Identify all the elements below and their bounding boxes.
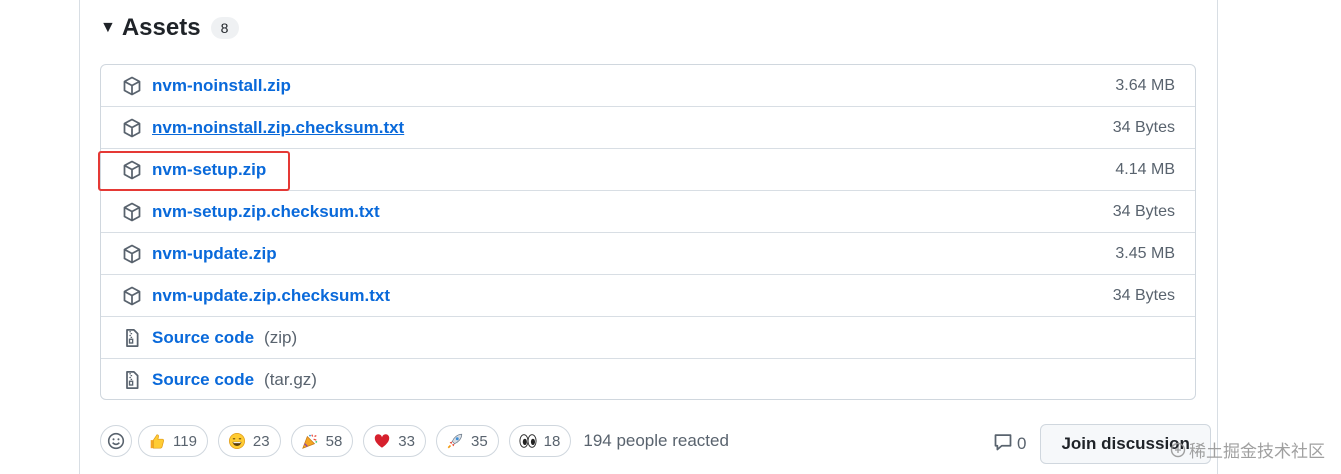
- reaction-rocket[interactable]: 35: [435, 425, 499, 457]
- asset-size: 34 Bytes: [1112, 202, 1175, 220]
- asset-list: nvm-noinstall.zip 3.64 MB nvm-noinstall.…: [100, 64, 1196, 400]
- party-popper-icon: [300, 431, 320, 451]
- asset-size: 3.64 MB: [1115, 76, 1175, 94]
- source-code-format: (tar.gz): [264, 369, 317, 389]
- heart-icon: [372, 431, 392, 451]
- source-code-link[interactable]: Source code: [152, 328, 254, 348]
- asset-size: 3.45 MB: [1115, 244, 1175, 262]
- asset-row: Source code (tar.gz): [101, 358, 1195, 400]
- asset-link[interactable]: nvm-update.zip: [152, 244, 277, 264]
- asset-row: nvm-noinstall.zip.checksum.txt 34 Bytes: [101, 106, 1195, 148]
- thumbs-up-icon: [147, 431, 167, 451]
- rocket-icon: [445, 431, 465, 451]
- asset-row: nvm-setup.zip 4.14 MB: [101, 148, 1195, 190]
- asset-size: 34 Bytes: [1112, 118, 1175, 136]
- package-icon: [121, 243, 143, 265]
- package-icon: [121, 75, 143, 97]
- reaction-count: 35: [470, 432, 488, 450]
- reaction-count: 119: [173, 432, 197, 450]
- file-zip-icon: [121, 369, 143, 391]
- reaction-laugh[interactable]: 23: [217, 425, 281, 457]
- source-code-link[interactable]: Source code: [152, 370, 254, 390]
- watermark-text: 稀土掘金技术社区: [1189, 442, 1325, 461]
- grinning-face-icon: [227, 431, 247, 451]
- reaction-count: 58: [325, 432, 343, 450]
- reaction-hooray[interactable]: 58: [290, 425, 354, 457]
- asset-link[interactable]: nvm-update.zip.checksum.txt: [152, 286, 390, 306]
- comment-icon[interactable]: [993, 432, 1013, 457]
- watermark-logo-icon: [1170, 442, 1186, 458]
- source-code-format: (zip): [264, 327, 298, 347]
- reaction-heart[interactable]: 33: [363, 425, 426, 457]
- assets-header[interactable]: ▼ Assets 8: [100, 12, 239, 44]
- assets-count-badge: 8: [210, 17, 239, 39]
- reaction-thumbs-up[interactable]: 119: [138, 425, 208, 457]
- asset-size: 4.14 MB: [1115, 160, 1175, 178]
- watermark: 稀土掘金技术社区: [1170, 437, 1325, 462]
- eyes-icon: [518, 431, 538, 451]
- reaction-summary: 194 people reacted: [583, 431, 729, 450]
- package-icon: [121, 201, 143, 223]
- smiley-icon[interactable]: [100, 425, 132, 457]
- asset-size: 34 Bytes: [1112, 286, 1175, 304]
- file-zip-icon: [121, 327, 143, 349]
- reaction-count: 18: [543, 432, 561, 450]
- package-icon: [121, 285, 143, 307]
- asset-link[interactable]: nvm-noinstall.zip: [152, 76, 291, 96]
- asset-link[interactable]: nvm-setup.zip.checksum.txt: [152, 202, 380, 222]
- asset-row: Source code (zip): [101, 316, 1195, 358]
- asset-link[interactable]: nvm-setup.zip: [152, 160, 266, 180]
- asset-row: nvm-noinstall.zip 3.64 MB: [101, 65, 1195, 106]
- comment-count: 0: [1017, 434, 1027, 453]
- release-card-left-border: [79, 0, 80, 474]
- asset-link[interactable]: nvm-noinstall.zip.checksum.txt: [152, 118, 404, 138]
- asset-row: nvm-update.zip.checksum.txt 34 Bytes: [101, 274, 1195, 316]
- reactions-bar: 119 23 58 33 35 18 194 people reacted: [100, 424, 729, 458]
- assets-title: Assets: [121, 14, 201, 41]
- package-icon: [121, 159, 143, 181]
- reaction-count: 33: [398, 432, 415, 450]
- release-card-right-border: [1217, 0, 1218, 474]
- package-icon: [121, 117, 143, 139]
- triangle-down-icon[interactable]: ▼: [100, 19, 116, 37]
- reaction-eyes[interactable]: 18: [508, 425, 572, 457]
- asset-row: nvm-update.zip 3.45 MB: [101, 232, 1195, 274]
- reaction-count: 23: [252, 432, 270, 450]
- asset-row: nvm-setup.zip.checksum.txt 34 Bytes: [101, 190, 1195, 232]
